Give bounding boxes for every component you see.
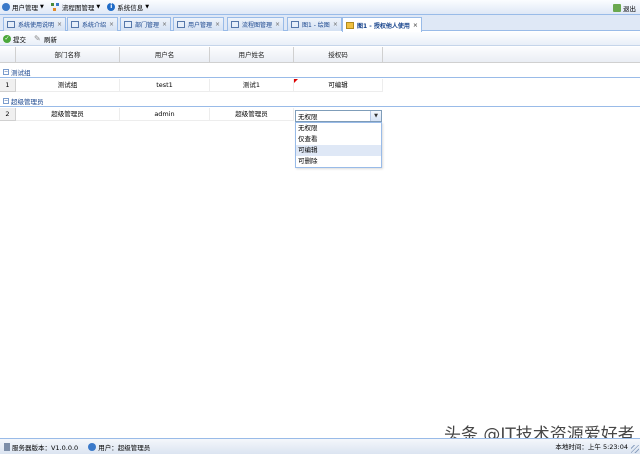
- option-editable[interactable]: 可编辑: [296, 145, 381, 156]
- tab-label: 部门管理: [135, 22, 160, 29]
- refresh-icon: ✎: [34, 33, 41, 43]
- tab-user-management[interactable]: 用户管理 ×: [173, 17, 225, 31]
- row-number: 1: [0, 79, 16, 92]
- menu-flowchart-management-label: 流程图管理: [61, 4, 95, 12]
- refresh-button[interactable]: ✎ 刷新: [34, 34, 57, 44]
- close-icon[interactable]: ×: [333, 21, 338, 28]
- flowchart-icon: [231, 21, 239, 28]
- server-version-label: 服务器版本：V1.0.0.0: [12, 443, 79, 452]
- tab-label: 系统使用说明: [18, 22, 55, 29]
- tab-bar: 系统使用说明 × 系统介绍 × 部门管理 × 用户管理 × 流程图管理 × 图1…: [0, 15, 640, 32]
- collapse-icon[interactable]: −: [3, 68, 9, 75]
- tab-label: 图1 - 绘图: [302, 22, 330, 29]
- submit-label: 提交: [13, 35, 26, 44]
- auth-code-select-value: 无权限: [298, 113, 318, 121]
- flowchart-icon: [291, 21, 299, 28]
- user-icon: [88, 442, 97, 451]
- server-icon: [4, 442, 10, 451]
- cell-username[interactable]: admin: [120, 108, 210, 121]
- tab-flowchart-management[interactable]: 流程图管理 ×: [227, 17, 285, 31]
- menu-flowchart-management[interactable]: 流程图管理 ▼: [49, 0, 103, 15]
- top-menubar: 用户管理 ▼ 流程图管理 ▼ i 系统信息 ▼ 退出: [0, 0, 640, 15]
- grid-toolbar: ✓ 提交 ✎ 刷新: [0, 32, 640, 46]
- group-title: 超级管理员: [11, 97, 44, 106]
- collapse-icon[interactable]: −: [3, 97, 9, 104]
- page-icon: [124, 21, 132, 28]
- group-title: 测试组: [11, 68, 31, 77]
- current-user-label: 用户：超级管理员: [98, 443, 151, 452]
- tab-system-intro[interactable]: 系统介绍 ×: [67, 17, 119, 31]
- chevron-down-icon: ▼: [40, 4, 44, 10]
- tab-label: 图1 - 授权他人使用: [357, 22, 410, 30]
- column-header-username[interactable]: 用户名: [120, 47, 210, 63]
- tab-diagram-drawing[interactable]: 图1 - 绘图 ×: [287, 17, 342, 31]
- current-user: 用户：超级管理员: [88, 442, 150, 452]
- grid-header: 部门名称 用户名 用户姓名 授权码: [0, 47, 640, 63]
- logout-label: 退出: [623, 4, 636, 13]
- menu-system-info[interactable]: i 系统信息 ▼: [105, 0, 152, 15]
- column-header-department[interactable]: 部门名称: [16, 47, 120, 63]
- tab-system-usage[interactable]: 系统使用说明 ×: [3, 17, 67, 31]
- auth-code-select[interactable]: 无权限 ▼: [295, 110, 382, 122]
- status-bar: 服务器版本：V1.0.0.0 用户：超级管理员 本地时间：上午 5:23:04: [0, 438, 640, 454]
- page-icon: [71, 21, 79, 28]
- column-header-auth-code[interactable]: 授权码: [294, 47, 383, 63]
- close-icon[interactable]: ×: [413, 22, 418, 29]
- flowchart-icon: [50, 3, 60, 11]
- close-icon[interactable]: ×: [109, 21, 114, 28]
- cell-fullname[interactable]: 测试1: [210, 79, 294, 92]
- cell-auth-code-value: 可编辑: [328, 81, 348, 89]
- option-deletable[interactable]: 可删除: [296, 156, 381, 167]
- option-no-permission[interactable]: 无权限: [296, 123, 381, 134]
- close-icon[interactable]: ×: [57, 21, 62, 28]
- close-icon[interactable]: ×: [162, 21, 167, 28]
- resize-grip-icon[interactable]: [631, 445, 639, 453]
- cell-fullname[interactable]: 超级管理员: [210, 108, 294, 121]
- page-icon: [7, 21, 15, 28]
- menu-user-management-label: 用户管理: [12, 4, 38, 12]
- logout-button[interactable]: 退出: [613, 0, 636, 15]
- menu-system-info-label: 系统信息: [117, 4, 144, 12]
- tab-diagram-authorize[interactable]: 图1 - 授权他人使用 ×: [342, 17, 422, 32]
- cell-department[interactable]: 测试组: [16, 79, 120, 92]
- chevron-down-icon[interactable]: ▼: [370, 111, 381, 121]
- chevron-down-icon: ▼: [145, 4, 150, 10]
- check-icon: ✓: [3, 34, 11, 43]
- tab-label: 流程图管理: [242, 22, 273, 29]
- row-number-header: [0, 47, 16, 63]
- refresh-label: 刷新: [44, 35, 57, 44]
- row-number: 2: [0, 108, 16, 121]
- table-row[interactable]: 1 测试组 test1 测试1 可编辑: [0, 79, 640, 92]
- group-header-super-admin[interactable]: − 超级管理员: [0, 95, 640, 107]
- dirty-marker: [294, 79, 298, 83]
- cell-department[interactable]: 超级管理员: [16, 108, 120, 121]
- logout-icon: [613, 3, 621, 12]
- option-view-only[interactable]: 仅查看: [296, 134, 381, 145]
- tab-department-management[interactable]: 部门管理 ×: [120, 17, 172, 31]
- auth-code-dropdown: 无权限 仅查看 可编辑 可删除: [295, 122, 382, 168]
- chevron-down-icon: ▼: [96, 4, 101, 10]
- menu-user-management[interactable]: 用户管理 ▼: [0, 0, 47, 15]
- local-time: 本地时间：上午 5:23:04: [555, 443, 628, 451]
- key-icon: [346, 21, 354, 29]
- user-icon: [177, 21, 185, 28]
- cell-auth-code[interactable]: 可编辑: [294, 79, 383, 92]
- user-icon: [2, 3, 10, 11]
- submit-button[interactable]: ✓ 提交: [3, 34, 26, 44]
- group-header-test[interactable]: − 测试组: [0, 66, 640, 78]
- tab-label: 系统介绍: [82, 22, 107, 29]
- close-icon[interactable]: ×: [215, 21, 220, 28]
- server-version: 服务器版本：V1.0.0.0: [4, 442, 78, 452]
- cell-username[interactable]: test1: [120, 79, 210, 92]
- column-header-fullname[interactable]: 用户姓名: [210, 47, 294, 63]
- info-icon: i: [107, 3, 116, 11]
- tab-label: 用户管理: [188, 22, 213, 29]
- close-icon[interactable]: ×: [275, 21, 280, 28]
